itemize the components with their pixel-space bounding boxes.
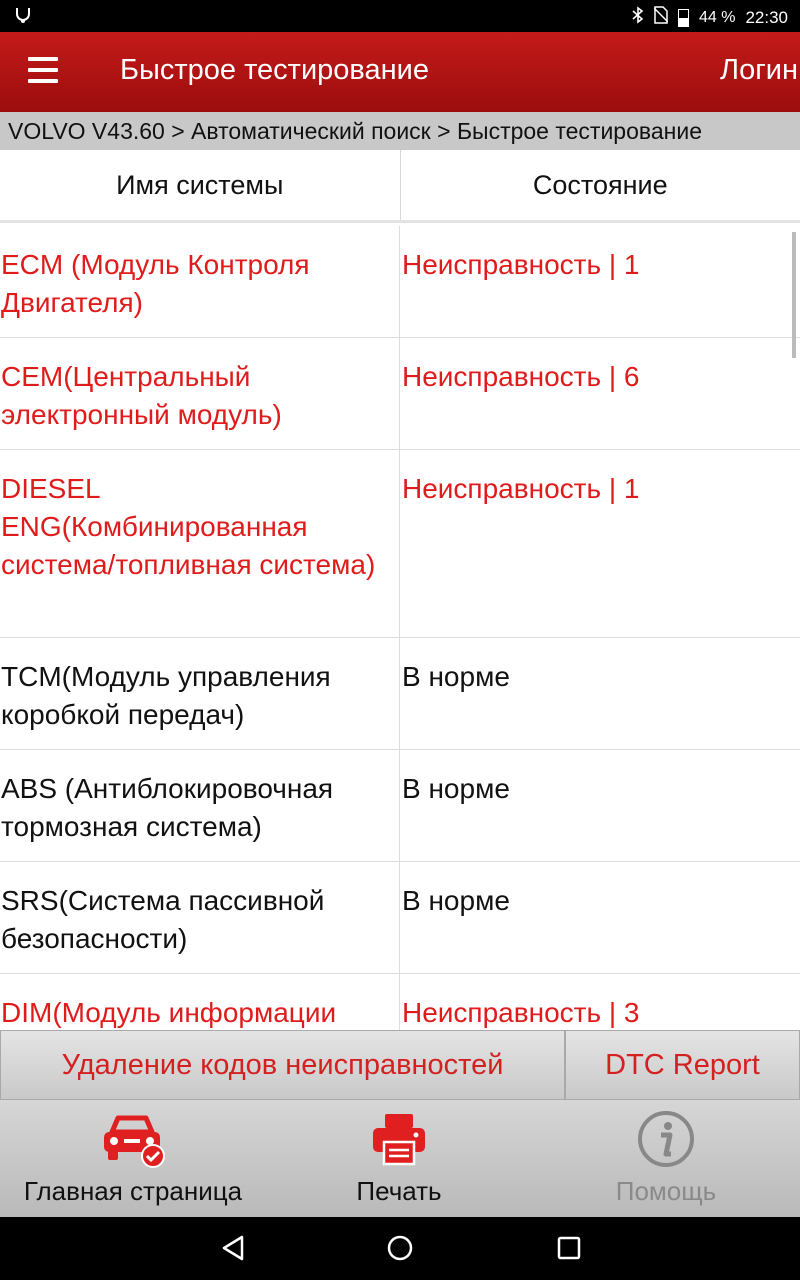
- system-name: SRS(Система пассивной безопасности): [0, 862, 400, 973]
- car-check-icon: [100, 1110, 166, 1173]
- clock: 22:30: [745, 7, 788, 27]
- system-status: В норме: [402, 773, 510, 804]
- breadcrumb: VOLVO V43.60 > Автоматический поиск > Бы…: [0, 112, 800, 150]
- table-row[interactable]: CEM(Центральный электронный модуль) Неис…: [0, 338, 800, 450]
- page-title: Быстрое тестирование: [120, 54, 429, 86]
- system-name: CEM(Центральный электронный модуль): [0, 338, 400, 449]
- help-nav-label: Помощь: [615, 1176, 717, 1206]
- login-button[interactable]: Логин: [720, 54, 798, 87]
- system-name: TCM(Модуль управления коробкой передач): [0, 638, 400, 749]
- table-row[interactable]: DIM(Модуль информации Неисправность | 3: [0, 974, 800, 1030]
- system-status: Неисправность | 6: [402, 361, 640, 392]
- help-nav-button[interactable]: Помощь: [532, 1100, 800, 1217]
- column-header-system-name: Имя системы: [0, 150, 401, 220]
- status-bar: 44 % 22:30: [0, 0, 800, 32]
- info-icon: [637, 1110, 695, 1173]
- printer-icon: [371, 1110, 427, 1171]
- system-name: ABS (Антиблокировочная тормозная система…: [0, 750, 400, 861]
- home-nav-button[interactable]: Главная страница: [0, 1100, 266, 1217]
- home-nav-label: Главная страница: [23, 1176, 243, 1206]
- app-bar: Быстрое тестирование Логин: [0, 32, 800, 112]
- system-list[interactable]: ECM (Модуль Контроля Двигателя) Неисправ…: [0, 226, 800, 1030]
- system-status: Неисправность | 1: [402, 473, 640, 504]
- table-row[interactable]: ABS (Антиблокировочная тормозная система…: [0, 750, 800, 862]
- table-row[interactable]: DIESEL ENG(Комбинированная система/топли…: [0, 450, 800, 638]
- no-sim-icon: [653, 6, 669, 29]
- system-status: В норме: [402, 885, 510, 916]
- system-status: В норме: [402, 661, 510, 692]
- system-status: Неисправность | 3: [402, 997, 640, 1028]
- hamburger-menu-icon[interactable]: [28, 57, 58, 87]
- battery-level: 44 %: [698, 8, 736, 26]
- dtc-report-button[interactable]: DTC Report: [565, 1030, 800, 1100]
- table-row[interactable]: ECM (Модуль Контроля Двигателя) Неисправ…: [0, 226, 800, 338]
- table-row[interactable]: TCM(Модуль управления коробкой передач) …: [0, 638, 800, 750]
- print-nav-button[interactable]: Печать: [266, 1100, 532, 1217]
- recent-apps-icon[interactable]: [556, 1234, 582, 1267]
- home-icon[interactable]: [386, 1234, 414, 1267]
- bluetooth-icon: [632, 6, 644, 29]
- system-name: DIESEL ENG(Комбинированная система/топли…: [0, 450, 400, 637]
- system-name: ECM (Модуль Контроля Двигателя): [0, 226, 400, 337]
- system-status: Неисправность | 1: [402, 249, 640, 280]
- column-header-status: Состояние: [532, 169, 668, 200]
- battery-icon: [677, 8, 689, 27]
- usb-debug-icon: [14, 6, 32, 29]
- system-nav-bar: [0, 1217, 800, 1280]
- back-icon[interactable]: [220, 1234, 246, 1267]
- system-name: DIM(Модуль информации: [0, 974, 400, 1030]
- clear-codes-button[interactable]: Удаление кодов неисправностей: [0, 1030, 565, 1100]
- table-row[interactable]: SRS(Система пассивной безопасности) В но…: [0, 862, 800, 974]
- scrollbar[interactable]: [792, 232, 796, 358]
- action-bar: Удаление кодов неисправностей DTC Report: [0, 1030, 800, 1100]
- print-nav-label: Печать: [356, 1176, 442, 1206]
- bottom-nav: Главная страница Печать Помощь: [0, 1100, 800, 1217]
- table-header: Имя системы Состояние: [0, 150, 800, 223]
